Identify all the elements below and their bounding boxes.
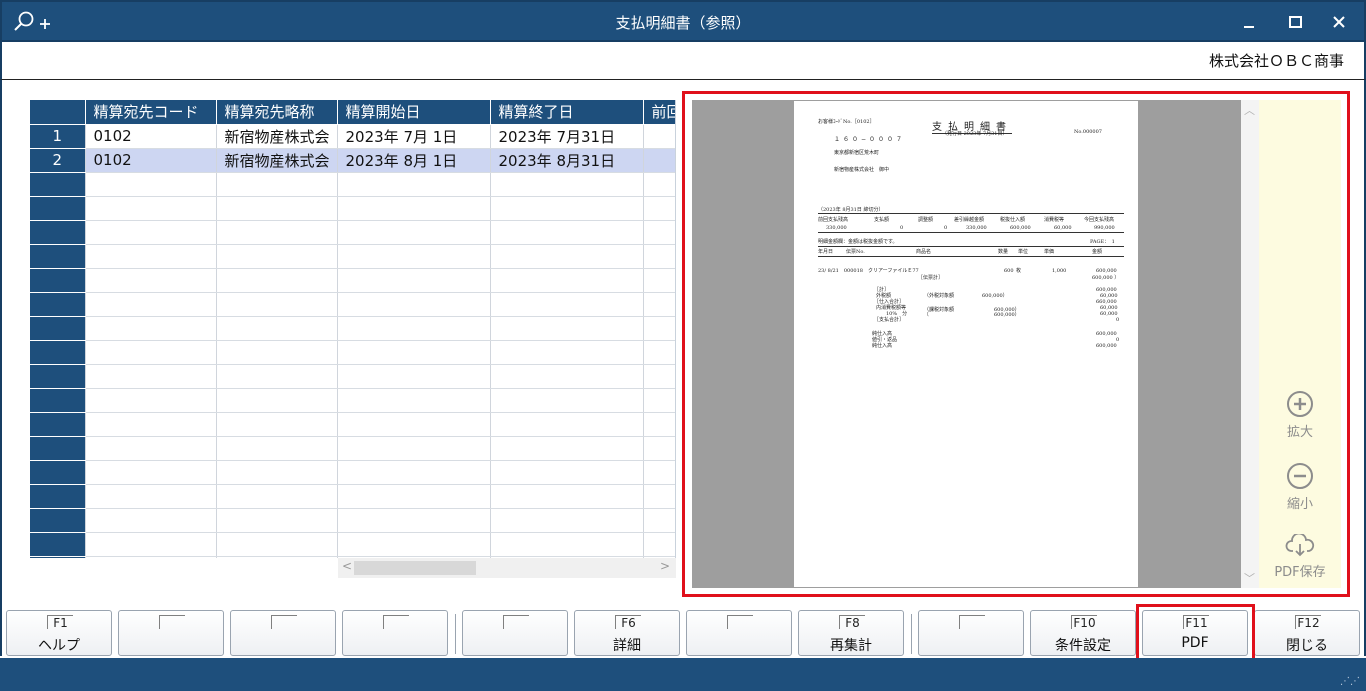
cell-code[interactable]: 0102 — [85, 124, 217, 149]
empty-row[interactable] — [30, 412, 675, 437]
cell-name[interactable]: 新宿物産株式会 — [216, 124, 338, 149]
empty-row[interactable] — [30, 244, 675, 269]
empty-row[interactable] — [30, 460, 675, 485]
table-row-selected[interactable]: 2 0102 新宿物産株式会 2023年 8月 1日 2023年 8月31日 — [30, 148, 675, 173]
column-header-code[interactable]: 精算宛先コード — [85, 100, 217, 125]
row-number: 1 — [30, 124, 86, 149]
grid-horizontal-scrollbar[interactable]: < > — [338, 558, 676, 578]
empty-row[interactable] — [30, 532, 675, 557]
title-bar: 支払明細書（参照） — [0, 0, 1366, 42]
cell-code[interactable]: 0102 — [85, 148, 217, 173]
f7-button[interactable] — [686, 610, 792, 656]
grid-header-row: 精算宛先コード 精算宛先略称 精算開始日 精算終了日 前回 — [30, 100, 675, 125]
empty-row[interactable] — [30, 484, 675, 509]
fkey-separator — [455, 614, 456, 654]
cell-end-date[interactable]: 2023年 8月31日 — [490, 148, 644, 173]
company-name: 株式会社ＯＢＣ商事 — [1208, 52, 1344, 70]
empty-row[interactable] — [30, 196, 675, 221]
empty-row[interactable] — [30, 220, 675, 245]
pdf-button-highlight-frame — [1136, 604, 1255, 666]
cell-previous[interactable] — [643, 124, 675, 149]
row-number: 2 — [30, 148, 86, 173]
f12-close-button[interactable]: F12 閉じる — [1254, 610, 1360, 656]
f6-detail-button[interactable]: F6 詳細 — [574, 610, 680, 656]
scrollbar-thumb[interactable] — [354, 561, 476, 575]
column-header-start-date[interactable]: 精算開始日 — [337, 100, 491, 125]
cell-start-date[interactable]: 2023年 7月 1日 — [337, 124, 491, 149]
resize-grip-icon[interactable]: ⋰⋰ — [1340, 676, 1360, 687]
settlement-grid[interactable]: 精算宛先コード 精算宛先略称 精算開始日 精算終了日 前回 1 0102 新宿物… — [30, 100, 676, 558]
scroll-right-icon[interactable]: > — [660, 559, 670, 573]
f9-button[interactable] — [918, 610, 1024, 656]
maximize-button[interactable] — [1280, 8, 1310, 36]
fkey-separator — [911, 614, 912, 654]
column-header-name[interactable]: 精算宛先略称 — [216, 100, 338, 125]
scroll-left-icon[interactable]: < — [342, 559, 352, 573]
cell-name[interactable]: 新宿物産株式会 — [216, 148, 338, 173]
f8-recalculate-button[interactable]: F8 再集計 — [798, 610, 904, 656]
close-button[interactable] — [1324, 8, 1354, 36]
column-header-previous[interactable]: 前回 — [643, 100, 675, 125]
window-border-left — [0, 80, 2, 656]
f2-button[interactable] — [118, 610, 224, 656]
empty-row[interactable] — [30, 316, 675, 341]
empty-row[interactable] — [30, 508, 675, 533]
cell-start-date[interactable]: 2023年 8月 1日 — [337, 148, 491, 173]
cell-previous[interactable] — [643, 148, 675, 173]
f5-button[interactable] — [462, 610, 568, 656]
f3-button[interactable] — [230, 610, 336, 656]
f10-conditions-button[interactable]: F10 条件設定 — [1030, 610, 1136, 656]
company-bar: 株式会社ＯＢＣ商事 — [0, 42, 1366, 80]
empty-row[interactable] — [30, 340, 675, 365]
minimize-button[interactable] — [1234, 8, 1264, 36]
empty-row[interactable] — [30, 292, 675, 317]
f1-help-button[interactable]: F1 ヘルプ — [6, 610, 112, 656]
column-header-end-date[interactable]: 精算終了日 — [490, 100, 644, 125]
corner-cell — [30, 100, 86, 125]
cell-end-date[interactable]: 2023年 7月31日 — [490, 124, 644, 149]
empty-row[interactable] — [30, 436, 675, 461]
empty-row[interactable] — [30, 268, 675, 293]
status-bar: ⋰⋰ — [0, 658, 1366, 691]
table-row[interactable]: 1 0102 新宿物産株式会 2023年 7月 1日 2023年 7月31日 — [30, 124, 675, 149]
empty-row[interactable] — [30, 364, 675, 389]
empty-row[interactable] — [30, 172, 675, 197]
preview-highlight-frame — [682, 91, 1350, 597]
f4-button[interactable] — [342, 610, 448, 656]
window-title: 支払明細書（参照） — [615, 14, 751, 32]
empty-row[interactable] — [30, 388, 675, 413]
